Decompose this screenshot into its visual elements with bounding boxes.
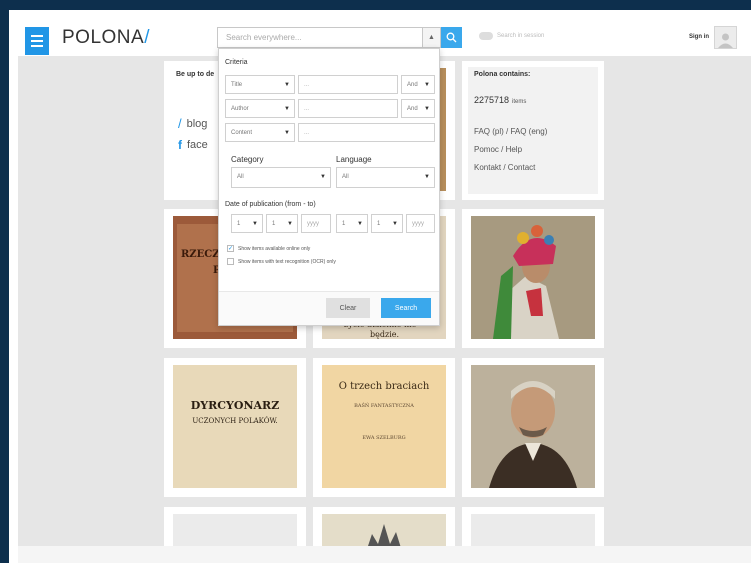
category-select[interactable]: All ▼	[231, 167, 331, 188]
criteria-operator-select[interactable]: And ▼	[401, 99, 435, 118]
criteria-search-button[interactable]: Search	[381, 298, 431, 318]
criteria-value-input[interactable]: ...	[298, 99, 398, 118]
facebook-icon: f	[178, 138, 182, 152]
criteria-operator-select[interactable]: And ▼	[401, 75, 435, 94]
user-avatar[interactable]	[714, 26, 737, 49]
search-criteria-panel: Criteria Title ▼ ... And ▼ Author ▼ ... And…	[218, 48, 440, 326]
checkmark-icon: ✓	[227, 245, 234, 252]
date-to-year-input[interactable]: yyyy	[406, 214, 435, 233]
polona-logo[interactable]: POLONA/	[62, 27, 150, 49]
search-in-session-toggle[interactable]: Search in session	[479, 32, 544, 40]
toggle-switch[interactable]	[479, 32, 493, 40]
folk-portrait-image	[471, 216, 595, 339]
clear-button[interactable]: Clear	[326, 298, 370, 318]
search-input[interactable]: Search everywhere...	[217, 27, 441, 48]
date-from-month-select[interactable]: 1 ▼	[266, 214, 298, 233]
criteria-actions: Clear Search	[219, 291, 439, 325]
item-card[interactable]	[462, 209, 604, 348]
blog-link[interactable]: / blog	[178, 116, 207, 131]
criteria-value-input[interactable]: ...	[298, 75, 398, 94]
item-card[interactable]: O trzech braciach BAŚŃ FANTASTYCZNA EWA …	[313, 358, 455, 497]
sign-in-link[interactable]: Sign in	[689, 34, 709, 40]
item-count: 2275718 items	[474, 95, 527, 105]
criteria-value-input[interactable]: ...	[298, 123, 435, 142]
criteria-field-select[interactable]: Author ▼	[225, 99, 295, 118]
man-portrait-image	[471, 365, 595, 488]
item-thumbnail: O trzech braciach BAŚŃ FANTASTYCZNA EWA …	[322, 365, 446, 488]
stats-card: Polona contains: 2275718 items FAQ (pl) /…	[462, 61, 604, 200]
hamburger-menu-button[interactable]	[25, 27, 49, 55]
search-button[interactable]	[441, 27, 462, 48]
language-select[interactable]: All ▼	[336, 167, 435, 188]
date-to-month-select[interactable]: 1 ▼	[371, 214, 403, 233]
online-only-checkbox[interactable]: ✓ Show items available online only	[227, 245, 310, 252]
item-thumbnail: DYRCYONARZ UCZONYCH POLAKÓW.	[173, 365, 297, 488]
search-criteria-toggle[interactable]: ▲	[422, 27, 441, 48]
ocr-only-checkbox[interactable]: Show items with text recognition (OCR) o…	[227, 258, 336, 265]
page-footer	[18, 546, 751, 563]
search-icon	[446, 32, 457, 43]
browser-viewport: POLONA/ Search everywhere... ▲ Search in…	[9, 10, 751, 563]
monitor-frame-left	[0, 0, 9, 563]
contact-link[interactable]: Kontakt / Contact	[474, 163, 535, 172]
date-to-day-select[interactable]: 1 ▼	[336, 214, 368, 233]
item-thumbnail	[471, 365, 595, 488]
criteria-field-select[interactable]: Title ▼	[225, 75, 295, 94]
faq-link[interactable]: FAQ (pl) / FAQ (eng)	[474, 127, 547, 136]
monitor-frame-top	[0, 0, 751, 10]
item-thumbnail	[471, 216, 595, 339]
item-card[interactable]	[462, 358, 604, 497]
criteria-field-select[interactable]: Content ▼	[225, 123, 295, 142]
date-from-year-input[interactable]: yyyy	[301, 214, 331, 233]
menu-icon	[31, 35, 43, 37]
user-icon	[718, 33, 733, 48]
slash-icon: /	[178, 116, 182, 131]
date-from-day-select[interactable]: 1 ▼	[231, 214, 263, 233]
item-card[interactable]: DYRCYONARZ UCZONYCH POLAKÓW.	[164, 358, 306, 497]
help-link[interactable]: Pomoc / Help	[474, 145, 522, 154]
facebook-link[interactable]: f face	[178, 138, 208, 152]
